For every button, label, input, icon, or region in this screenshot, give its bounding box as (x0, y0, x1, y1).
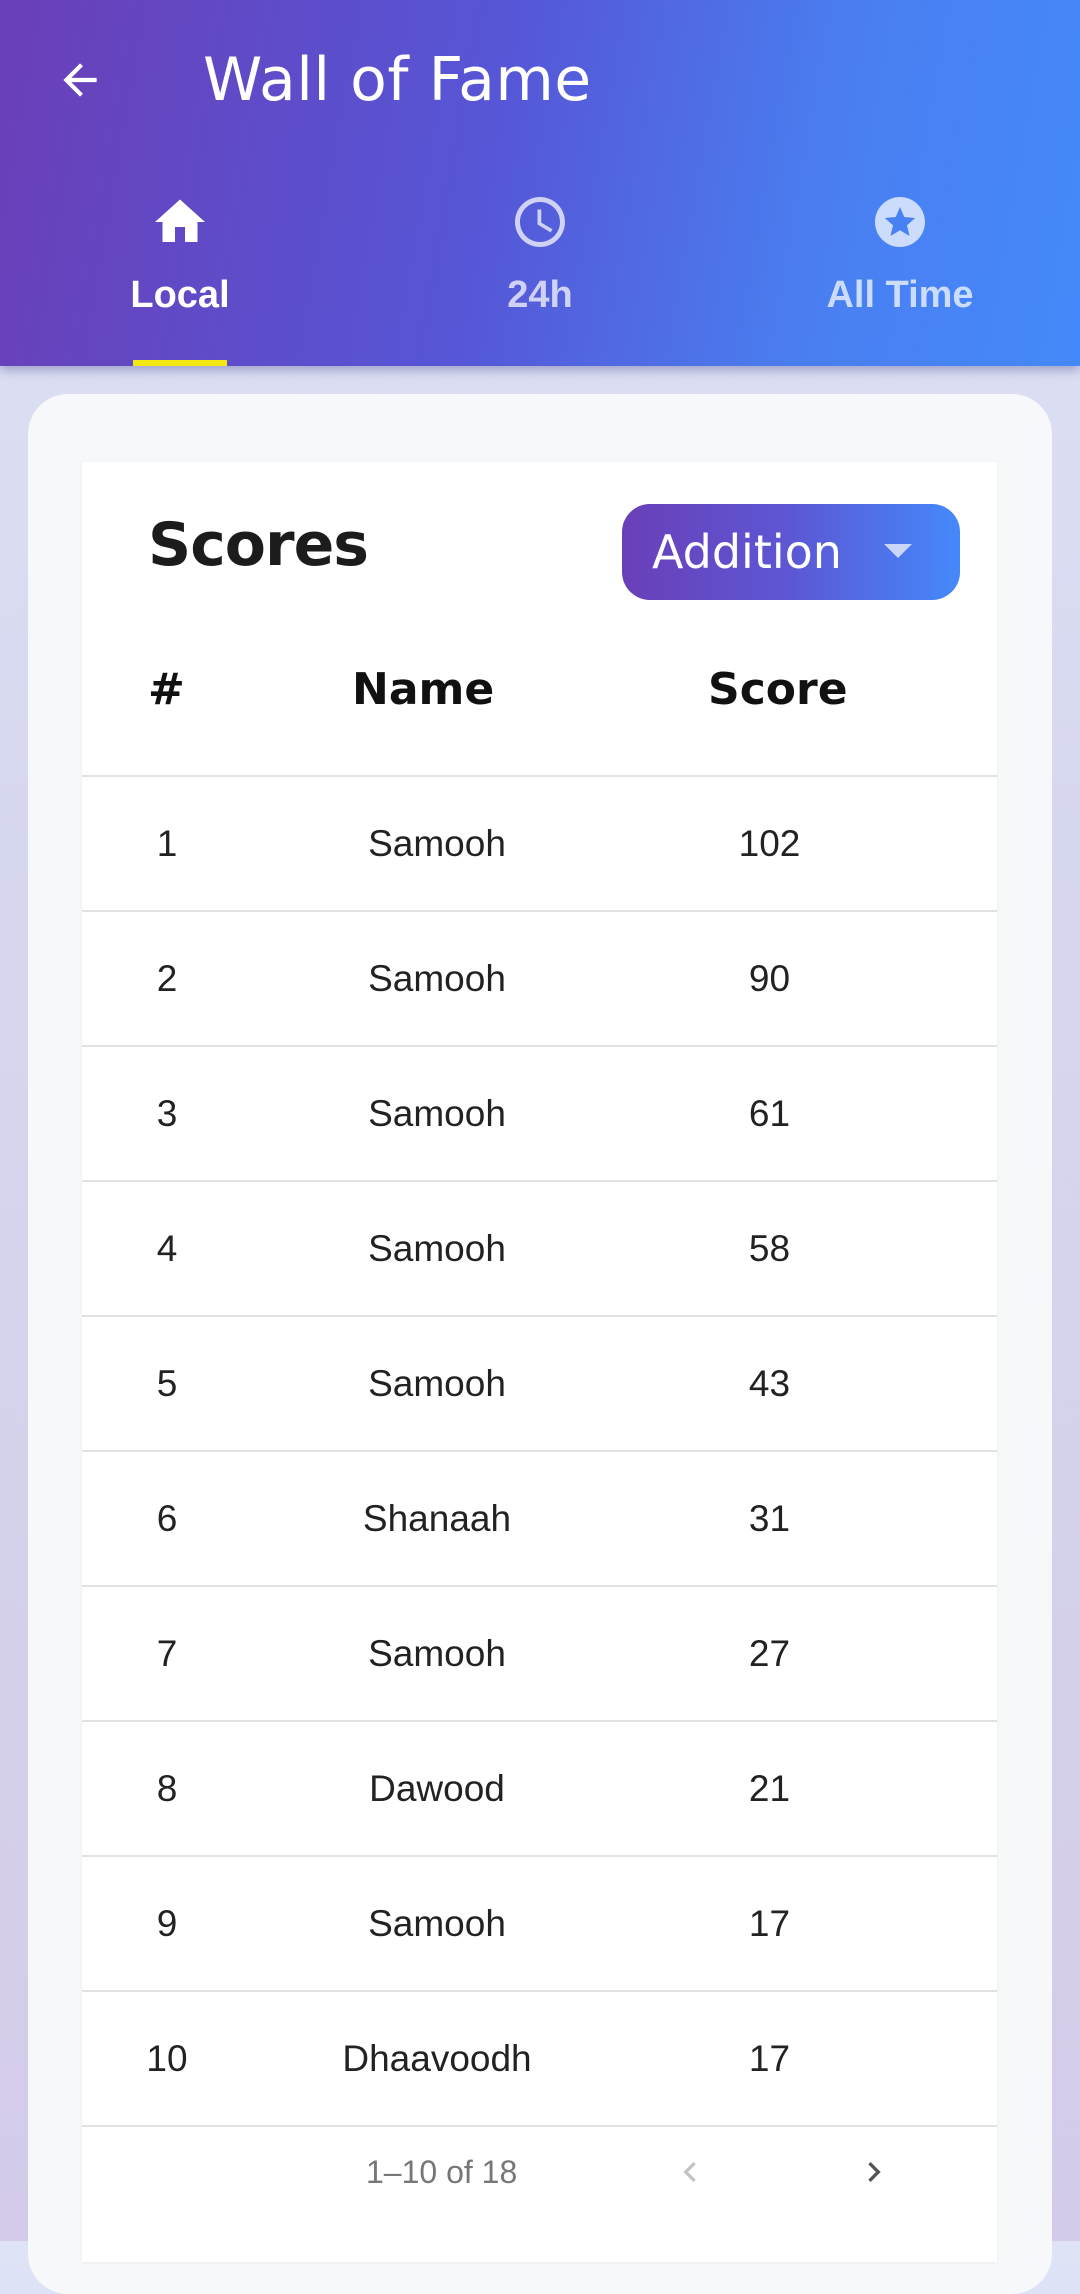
star-circle-icon (868, 190, 932, 254)
previous-page-button[interactable] (666, 2148, 714, 2196)
home-icon (148, 190, 212, 254)
table-row: 7 Samooh 27 (82, 1587, 997, 1722)
score-cell: 17 (748, 1903, 791, 1944)
tab-24h[interactable]: 24h (360, 180, 720, 366)
rank-cell: 6 (156, 1498, 178, 1539)
table-row: 4 Samooh 58 (82, 1182, 997, 1317)
pagination: 1–10 of 18 (82, 2122, 997, 2222)
score-cell: 61 (748, 1093, 791, 1134)
name-cell: Dawood (369, 1768, 505, 1809)
score-cell: 43 (748, 1363, 791, 1404)
rank-cell: 7 (156, 1633, 178, 1674)
rank-cell: 8 (156, 1768, 178, 1809)
mode-dropdown[interactable]: Addition (622, 504, 960, 600)
table-row: 10 Dhaavoodh 17 (82, 1992, 997, 2127)
next-page-button[interactable] (850, 2148, 898, 2196)
scores-table-card: Scores Addition # Name Score 1 Samooh 10… (82, 462, 997, 2262)
name-cell: Samooh (368, 823, 506, 864)
table-row: 2 Samooh 90 (82, 912, 997, 1047)
name-cell: Samooh (368, 1633, 506, 1674)
name-cell: Dhaavoodh (342, 2038, 532, 2079)
tab-bar: Local 24h All Time (0, 180, 1080, 366)
page-title: Wall of Fame (203, 45, 592, 115)
arrow-left-icon (63, 63, 97, 97)
column-header-score: Score (708, 664, 848, 715)
rank-cell: 5 (156, 1363, 178, 1404)
chevron-right-icon (868, 2162, 881, 2182)
tab-label: Local (130, 274, 230, 316)
rank-cell: 1 (156, 823, 178, 864)
tab-label: All Time (826, 274, 974, 316)
rank-cell: 10 (146, 2038, 188, 2079)
score-cell: 21 (748, 1768, 791, 1809)
caret-down-icon (884, 544, 912, 558)
table-body: 1 Samooh 102 2 Samooh 90 3 Samooh 61 4 S… (82, 777, 997, 2127)
rank-cell: 9 (156, 1903, 178, 1944)
pagination-range: 1–10 of 18 (366, 2154, 518, 2190)
rank-cell: 2 (156, 958, 178, 999)
score-cell: 31 (748, 1498, 791, 1539)
name-cell: Samooh (368, 1228, 506, 1269)
name-cell: Shanaah (362, 1498, 512, 1539)
rank-cell: 3 (156, 1093, 178, 1134)
name-cell: Samooh (368, 1363, 506, 1404)
score-cell: 17 (748, 2038, 791, 2079)
tab-all-time[interactable]: All Time (720, 180, 1080, 366)
column-header-rank: # (148, 664, 185, 715)
clock-icon (508, 190, 572, 254)
name-cell: Samooh (368, 958, 506, 999)
table-row: 5 Samooh 43 (82, 1317, 997, 1452)
back-button[interactable] (40, 40, 120, 120)
scores-title: Scores (148, 510, 369, 580)
active-tab-indicator (133, 360, 227, 366)
table-header: # Name Score (82, 645, 997, 777)
column-header-name: Name (352, 664, 495, 715)
name-cell: Samooh (368, 1903, 506, 1944)
tab-label: 24h (507, 274, 573, 316)
score-cell: 58 (748, 1228, 791, 1269)
rank-cell: 4 (156, 1228, 178, 1269)
table-row: 3 Samooh 61 (82, 1047, 997, 1182)
table-row: 1 Samooh 102 (82, 777, 997, 912)
score-cell: 27 (748, 1633, 791, 1674)
table-row: 9 Samooh 17 (82, 1857, 997, 1992)
score-cell: 102 (738, 823, 801, 864)
app-bar: Wall of Fame Local 24h All Time (0, 0, 1080, 366)
mode-dropdown-value: Addition (652, 525, 842, 579)
chevron-left-icon (683, 2162, 696, 2182)
table-row: 6 Shanaah 31 (82, 1452, 997, 1587)
name-cell: Samooh (368, 1093, 506, 1134)
score-cell: 90 (748, 958, 791, 999)
tab-local[interactable]: Local (0, 180, 360, 366)
table-row: 8 Dawood 21 (82, 1722, 997, 1857)
